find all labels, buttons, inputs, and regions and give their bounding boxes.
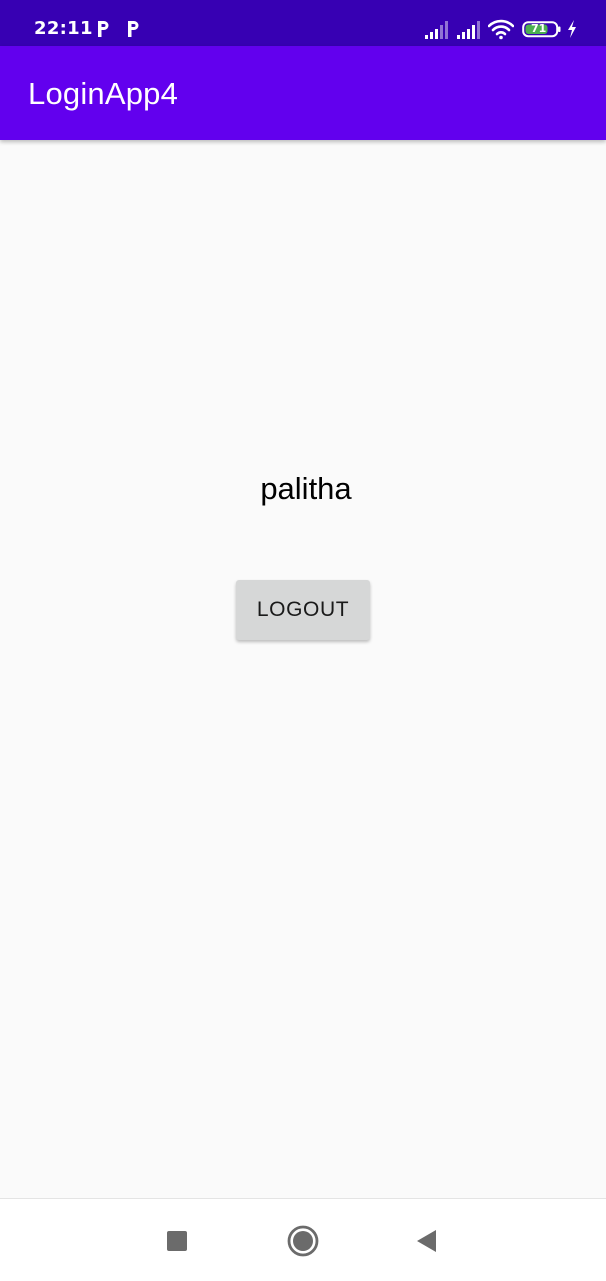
home-button[interactable] [283,1221,323,1261]
battery-level: 71 [531,22,547,35]
wifi-icon [488,19,514,40]
recents-square-icon [167,1231,187,1251]
status-time: 22:11 [34,18,93,39]
app-title: LoginApp4 [28,76,179,111]
main-content: palitha LOGOUT [0,140,606,1198]
back-triangle-icon [417,1230,436,1252]
home-circle-icon [287,1225,319,1257]
username-label: palitha [260,471,352,506]
battery-icon: 71 [522,18,562,40]
app-bar: LoginApp4 [0,46,606,140]
back-button[interactable] [406,1221,446,1261]
charging-bolt-icon [568,20,576,38]
signal-icon [457,21,480,39]
status-bar: 22:11 71 [0,0,606,46]
logout-button[interactable]: LOGOUT [236,580,370,640]
parking-p-icon [128,21,139,37]
signal-icon [425,21,448,39]
recents-button[interactable] [157,1221,197,1261]
parking-p-icon [98,21,109,37]
navigation-bar [0,1198,606,1281]
